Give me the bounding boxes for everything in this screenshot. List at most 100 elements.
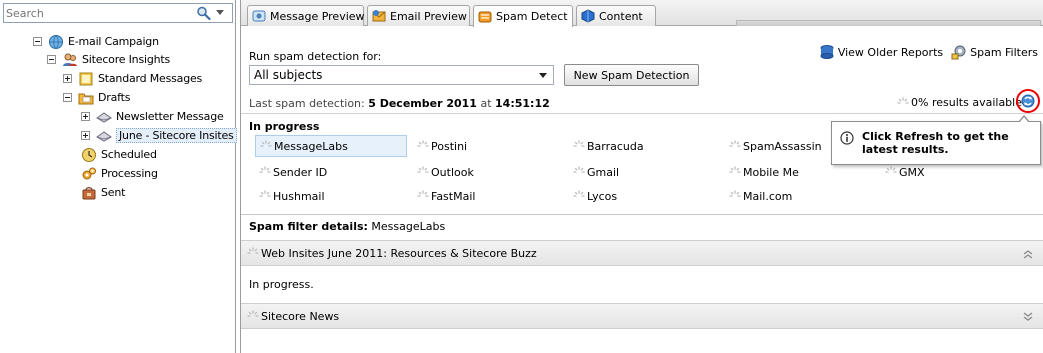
- tree-node-email-campaign[interactable]: E-mail Campaign: [33, 33, 159, 50]
- loading-spinner-icon: [417, 190, 429, 197]
- results-available-text: 0% results available: [911, 96, 1022, 109]
- gears-icon: [82, 167, 96, 179]
- last-detection-at: at: [480, 97, 492, 110]
- envelope-icon: [96, 111, 112, 123]
- reports-icon: [820, 45, 834, 59]
- collapse-toggle[interactable]: [33, 37, 42, 46]
- loading-spinner-icon: [259, 166, 271, 173]
- tree-node-label: Sent: [101, 186, 126, 199]
- tree-node-sitecore-insights[interactable]: Sitecore Insights: [47, 51, 170, 68]
- tree-node-drafts[interactable]: Drafts: [63, 89, 130, 106]
- tree-node-june-sitecore-insites[interactable]: June - Sitecore Insites: [81, 127, 237, 144]
- loading-spinner-icon: [260, 140, 272, 147]
- search-button[interactable]: [196, 6, 228, 20]
- filter-sender-id[interactable]: Sender ID: [255, 161, 407, 183]
- filter-gmail[interactable]: Gmail: [569, 161, 719, 183]
- loading-spinner-icon: [729, 166, 741, 173]
- spam-filters-link[interactable]: Spam Filters: [951, 44, 1038, 60]
- filter-label: FastMail: [431, 189, 476, 203]
- users-folder-icon: [63, 53, 77, 66]
- tab-spam-detect[interactable]: Spam Detect: [473, 5, 573, 27]
- spam-filter-details: Spam filter details: MessageLabs: [241, 214, 1043, 238]
- filter-label: Gmail: [587, 165, 620, 179]
- expand-toggle[interactable]: [81, 112, 90, 121]
- filter-hushmail[interactable]: Hushmail: [255, 185, 407, 207]
- envelope-icon: [96, 130, 112, 142]
- loading-spinner-icon: [897, 96, 909, 104]
- accordion-web-insites[interactable]: Web Insites June 2011: Resources & Sitec…: [241, 240, 1043, 266]
- refresh-icon: [1021, 94, 1035, 108]
- refresh-button[interactable]: [1016, 89, 1040, 113]
- expand-toggle[interactable]: [81, 131, 90, 140]
- filter-messagelabs[interactable]: MessageLabs: [255, 135, 407, 157]
- expand-toggle[interactable]: [63, 74, 72, 83]
- filter-label: Barracuda: [587, 139, 644, 153]
- sent-icon: [82, 186, 96, 199]
- filter-barracuda[interactable]: Barracuda: [569, 135, 719, 157]
- separator: [241, 113, 1043, 114]
- tab-message-preview[interactable]: Message Preview: [247, 5, 365, 26]
- run-spam-label: Run spam detection for:: [249, 50, 382, 63]
- tree-node-label: June - Sitecore Insites: [116, 128, 237, 143]
- tab-label: Spam Detect: [496, 10, 568, 23]
- filter-outlook[interactable]: Outlook: [413, 161, 563, 183]
- accordion-body-text: In progress.: [249, 278, 314, 291]
- tab-label: Message Preview: [270, 9, 365, 23]
- filter-lycos[interactable]: Lycos: [569, 185, 719, 207]
- loading-spinner-icon: [417, 140, 429, 147]
- filter-label: Postini: [431, 139, 468, 153]
- search-box: [3, 3, 233, 23]
- tree-node-standard-messages[interactable]: Standard Messages: [63, 70, 202, 87]
- chevron-down-double-icon[interactable]: [1022, 311, 1034, 323]
- filter-label: GMX: [899, 165, 925, 179]
- filter-spamassassin[interactable]: SpamAssassin: [725, 135, 835, 157]
- search-input[interactable]: [6, 6, 186, 20]
- subject-select[interactable]: All subjects: [249, 65, 554, 85]
- filter-label: Hushmail: [273, 189, 325, 203]
- chevron-up-double-icon[interactable]: [1022, 248, 1034, 260]
- view-older-reports-label: View Older Reports: [837, 45, 944, 59]
- filter-label: SpamAssassin: [743, 139, 822, 153]
- accordion-title: Sitecore News: [261, 309, 340, 323]
- subject-select-value: All subjects: [254, 68, 323, 82]
- globe-mail-icon: [49, 34, 63, 49]
- tab-bar: Message Preview Email Preview Spam Detec…: [241, 0, 1043, 27]
- details-value: MessageLabs: [371, 220, 446, 233]
- refresh-tooltip-text: Click Refresh to get the latest results.: [862, 130, 1009, 156]
- tab-email-preview[interactable]: Email Preview: [367, 5, 470, 26]
- last-detection-date: 5 December 2011: [368, 97, 477, 110]
- loading-spinner-icon: [729, 140, 741, 147]
- filter-mail-com[interactable]: Mail.com: [725, 185, 875, 207]
- tree-node-label: Sitecore Insights: [82, 53, 171, 66]
- accordion-title: Web Insites June 2011: Resources & Sitec…: [261, 246, 537, 260]
- loading-spinner-icon: [573, 166, 585, 173]
- tab-content[interactable]: Content: [576, 5, 656, 26]
- filter-postini[interactable]: Postini: [413, 135, 563, 157]
- chevron-down-icon: [216, 10, 224, 15]
- tree-node-scheduled[interactable]: Scheduled: [81, 146, 157, 163]
- spam-detect-content: Run spam detection for: All subjects New…: [241, 27, 1043, 353]
- tab-label: Email Preview: [390, 9, 467, 23]
- results-available: 0% results available: [897, 96, 1022, 109]
- preview-icon: [252, 10, 266, 22]
- filter-label: MessageLabs: [274, 139, 348, 153]
- tree-node-sent[interactable]: Sent: [81, 184, 125, 201]
- tab-strip-filler: [736, 20, 1041, 26]
- tree-node-processing[interactable]: Processing: [81, 165, 158, 182]
- tree-node-label: Drafts: [98, 91, 131, 104]
- filter-fastmail[interactable]: FastMail: [413, 185, 563, 207]
- filter-label: Mobile Me: [743, 165, 799, 179]
- tab-label: Content: [599, 9, 643, 23]
- collapse-toggle[interactable]: [47, 55, 56, 64]
- view-older-reports-link[interactable]: View Older Reports: [819, 44, 943, 60]
- collapse-toggle[interactable]: [63, 93, 72, 102]
- details-label: Spam filter details:: [249, 220, 368, 233]
- spam-detect-icon: [478, 11, 492, 22]
- content-tree-panel: E-mail Campaign Sitecore Insights Standa…: [0, 0, 237, 353]
- accordion-sitecore-news[interactable]: Sitecore News: [241, 303, 1043, 329]
- info-icon: [840, 131, 854, 145]
- tree-node-label: Processing: [101, 167, 158, 180]
- loading-spinner-icon: [573, 190, 585, 197]
- tree-node-newsletter-message[interactable]: Newsletter Message: [81, 108, 224, 125]
- new-spam-detection-button[interactable]: New Spam Detection: [564, 64, 699, 86]
